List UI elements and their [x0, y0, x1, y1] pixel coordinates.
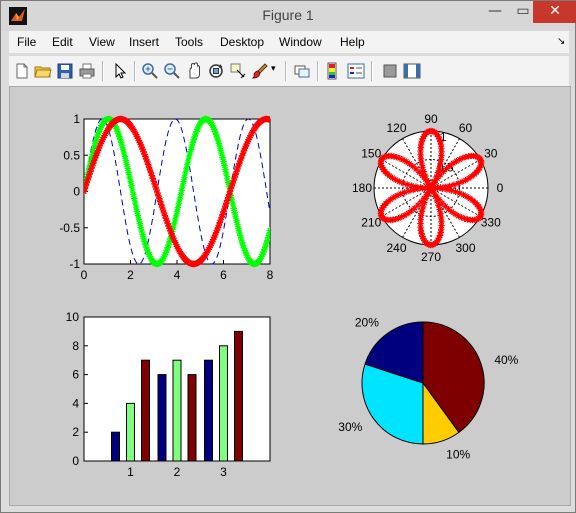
y-tick-label: -0.5 — [59, 221, 80, 235]
x-tick-label: 2 — [127, 268, 134, 282]
toolbar-separator — [285, 61, 287, 81]
open-file-icon[interactable] — [34, 62, 52, 80]
polar-angle-label: 180 — [352, 181, 372, 195]
x-tick-label: 3 — [220, 465, 227, 479]
show-plot-tools-icon[interactable] — [403, 62, 421, 80]
zoom-out-icon[interactable] — [163, 62, 181, 80]
menu-file[interactable]: File — [17, 35, 36, 49]
bar — [219, 345, 228, 462]
rotate-3d-icon[interactable] — [207, 62, 225, 80]
polar-angle-label: 330 — [481, 216, 501, 230]
y-tick-label: 4 — [72, 396, 79, 410]
menu-edit[interactable]: Edit — [52, 35, 73, 49]
pie-label: 40% — [494, 353, 518, 367]
polar-angle-label: 150 — [361, 147, 381, 161]
data-point — [436, 206, 443, 213]
bar — [111, 431, 120, 462]
polar-angle-label: 60 — [459, 121, 473, 135]
polar-angle-label: 0 — [497, 181, 504, 195]
minimize-button[interactable]: — — [482, 1, 508, 23]
y-tick-label: -1 — [69, 257, 80, 271]
y-tick-label: 8 — [72, 339, 79, 353]
x-tick-label: 1 — [127, 465, 134, 479]
polar-angle-label: 210 — [361, 216, 381, 230]
toolbar-separator — [371, 61, 373, 81]
pie-label: 30% — [338, 420, 362, 434]
colorbar-icon[interactable] — [325, 62, 343, 80]
y-tick-label: 10 — [66, 310, 80, 324]
pie-label: 10% — [446, 447, 470, 461]
menu-view[interactable]: View — [89, 35, 115, 49]
y-tick-label: 0.5 — [63, 148, 80, 162]
pointer-icon[interactable] — [111, 62, 129, 80]
data-point — [429, 184, 437, 192]
y-tick-label: 6 — [72, 368, 79, 382]
figure-canvas: 0 2 4 6 8 -1 -0.5 0 0.5 1 0 30 60 90 120 150 180 210 240 27… — [9, 86, 571, 506]
link-icon[interactable] — [293, 62, 311, 80]
bar — [187, 374, 197, 462]
data-point — [414, 185, 421, 193]
polar-angle-label: 300 — [455, 241, 475, 255]
figure-window: Figure 1 — ▭ ✕ File Edit View Insert Too… — [0, 0, 576, 513]
title-bar[interactable]: Figure 1 — ▭ ✕ — [1, 1, 576, 31]
bar — [234, 330, 243, 462]
data-cursor-icon[interactable] — [229, 62, 247, 80]
bar — [157, 374, 167, 462]
toolbar: ▾ — [9, 55, 569, 86]
bar — [204, 359, 213, 462]
new-figure-icon[interactable] — [13, 62, 31, 80]
x-tick-label: 4 — [174, 268, 181, 282]
polar-angle-label: 120 — [386, 121, 406, 135]
close-button[interactable]: ✕ — [533, 1, 576, 23]
y-tick-label: 2 — [72, 425, 79, 439]
figure-axes: 0 2 4 6 8-1-0.500.51030609012015018021024027… — [59, 112, 518, 479]
brush-dropdown-icon[interactable]: ▾ — [271, 64, 276, 74]
brush-icon[interactable] — [251, 62, 269, 80]
menu-tools[interactable]: Tools — [175, 35, 203, 49]
bar — [126, 402, 135, 462]
zoom-in-icon[interactable] — [141, 62, 159, 80]
menu-insert[interactable]: Insert — [129, 35, 159, 49]
menu-help[interactable]: Help — [340, 35, 365, 49]
pan-icon[interactable] — [185, 62, 203, 80]
x-tick-label: 0 — [81, 268, 88, 282]
y-tick-label: 0 — [72, 454, 79, 468]
y-tick-label: 1 — [73, 112, 80, 126]
polar-angle-label: 240 — [386, 241, 406, 255]
x-tick-label: 2 — [174, 465, 181, 479]
toolbar-separator — [102, 61, 104, 81]
x-tick-label: 8 — [267, 268, 274, 282]
legend-icon[interactable] — [347, 62, 365, 80]
toolbar-separator — [317, 61, 319, 81]
pie-label: 20% — [355, 315, 379, 329]
print-icon[interactable] — [78, 62, 96, 80]
polar-angle-label: 30 — [484, 147, 498, 161]
bar — [141, 359, 150, 462]
toolbar-separator — [134, 61, 136, 81]
dock-arrow-icon[interactable]: ↘ — [557, 36, 565, 47]
hide-plot-tools-icon[interactable] — [381, 62, 399, 80]
y-tick-label: 0 — [73, 185, 80, 199]
polar-angle-label: 270 — [421, 250, 441, 264]
save-icon[interactable] — [56, 62, 74, 80]
polar-angle-label: 90 — [424, 112, 438, 126]
menu-window[interactable]: Window — [279, 35, 322, 49]
menu-desktop[interactable]: Desktop — [220, 35, 264, 49]
bar — [172, 359, 182, 462]
menu-bar: File Edit View Insert Tools Desktop Wind… — [9, 31, 569, 53]
x-tick-label: 6 — [220, 268, 227, 282]
